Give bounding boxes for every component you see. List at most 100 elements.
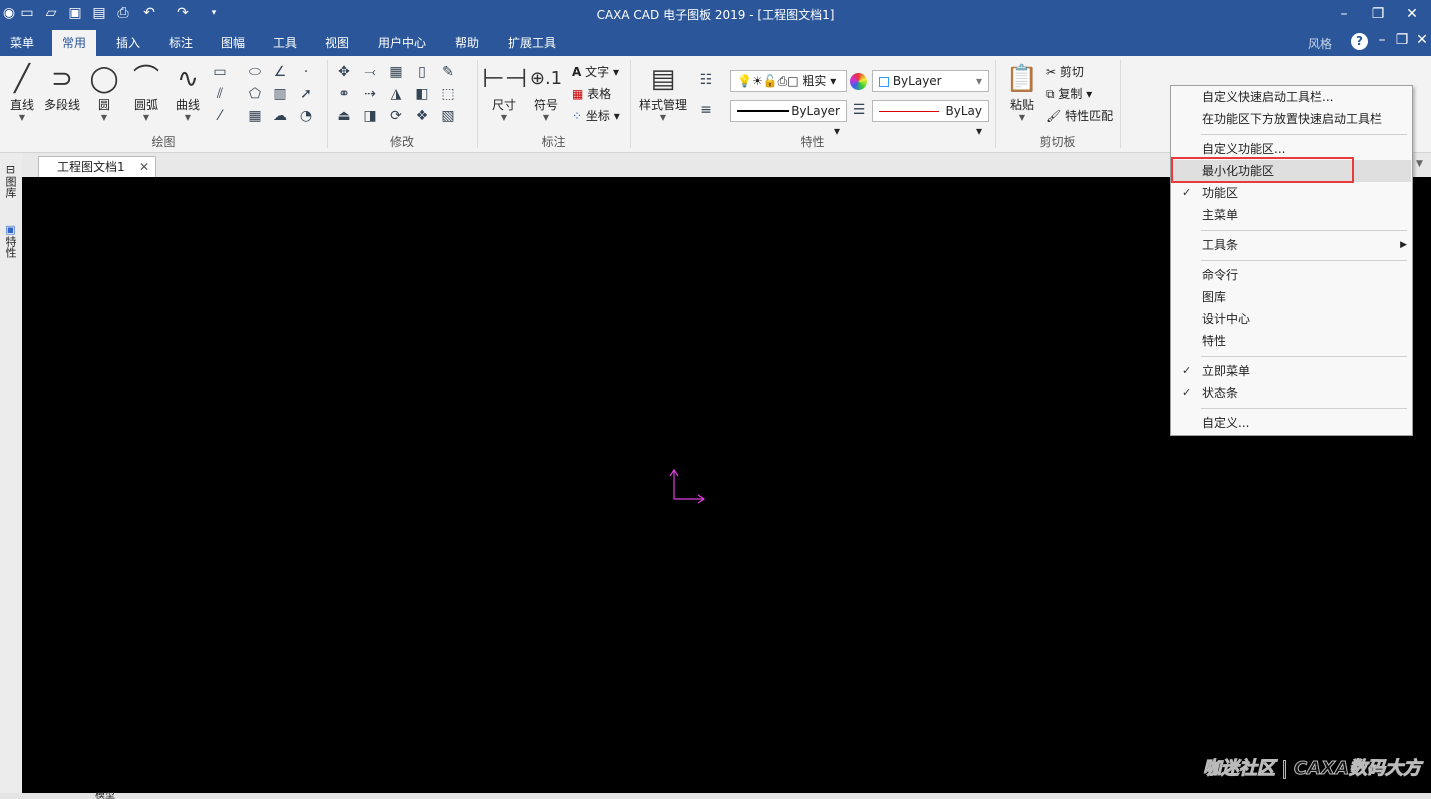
menu-item-library[interactable]: 图库 — [1172, 286, 1411, 308]
arc-button[interactable]: ⌒ 圆弧 ▼ — [124, 62, 168, 122]
linetype-combo[interactable]: ByLay ▾ — [872, 100, 989, 138]
save-as-icon[interactable]: ▤ — [90, 4, 108, 22]
dimension-button[interactable]: ⊢⊣ 尺寸 ▼ — [482, 62, 527, 122]
curve-button[interactable]: ∿ 曲线 ▼ — [166, 62, 210, 122]
tab-menu[interactable]: 菜单 — [0, 30, 44, 56]
print-icon[interactable]: ⎙ — [114, 4, 132, 22]
menu-item-toolbars[interactable]: 工具条 ▶ — [1172, 234, 1411, 256]
save-icon[interactable]: ▣ — [66, 4, 84, 22]
edit-hatch-icon[interactable]: ▧ — [438, 106, 458, 126]
table-button[interactable]: ▦ 表格 — [572, 85, 611, 103]
cut-button[interactable]: ✂ 剪切 — [1046, 63, 1084, 81]
tab-extension-tools[interactable]: 扩展工具 — [498, 30, 566, 56]
menu-item-command-line[interactable]: 命令行 — [1172, 264, 1411, 286]
layer-combo[interactable]: 💡☀🔓⎙□ 粗实 ▾ — [730, 70, 847, 92]
style-dropdown[interactable]: 风格 — [1308, 35, 1332, 52]
tab-list-dropdown-icon[interactable]: ▼ — [1416, 159, 1423, 169]
menu-item-properties[interactable]: 特性 — [1172, 330, 1411, 352]
menu-item-customize[interactable]: 自定义... — [1172, 412, 1411, 434]
text-button[interactable]: A 文字 ▾ — [572, 63, 619, 81]
rectangle-icon[interactable]: ▭ — [210, 62, 230, 82]
color-combo[interactable]: ByLayer ▾ — [872, 70, 989, 92]
tab-help[interactable]: 帮助 — [445, 30, 489, 56]
trim-icon[interactable]: ⤙ — [360, 62, 380, 82]
linetype-icon[interactable]: ☰ — [849, 100, 869, 120]
linewidth-combo[interactable]: ByLayer ▾ — [730, 100, 847, 138]
properties-panel-tab[interactable]: ▣ 特性 — [3, 223, 18, 261]
polyline-button[interactable]: ⊃ 多段线 — [40, 62, 84, 113]
dimension-label: 尺寸 — [491, 98, 516, 112]
layer-manager-icon[interactable]: ☷ — [696, 70, 716, 90]
tab-annotate[interactable]: 标注 — [159, 30, 203, 56]
menu-item-customize-quick-access[interactable]: 自定义快速启动工具栏... — [1172, 86, 1411, 108]
arrow-icon[interactable]: ➚ — [296, 84, 316, 104]
library-panel-tab[interactable]: ⊟ 图库 — [3, 163, 18, 201]
undo-icon[interactable]: ↶ — [140, 4, 158, 22]
circle-button[interactable]: ◯ 圆 ▼ — [82, 62, 126, 122]
paste-button[interactable]: 📋 粘贴 ▼ — [1000, 62, 1044, 122]
copy-button[interactable]: ⧉ 复制 ▾ — [1046, 85, 1092, 103]
open-folder-icon[interactable]: ▱ — [42, 4, 60, 22]
copy-transform-icon[interactable]: ⚭ — [334, 84, 354, 104]
polygon-icon[interactable]: ⬠ — [245, 84, 265, 104]
hatch-icon[interactable]: ▦ — [245, 106, 265, 126]
redo-icon[interactable]: ↷ — [174, 4, 192, 22]
cloud-icon[interactable]: ☁ — [270, 106, 290, 126]
style-manager-button[interactable]: ▤ 样式管理 ▼ — [636, 62, 690, 122]
minimize-button[interactable]: – — [1332, 4, 1356, 24]
ribbon-tabs: 菜单 常用 插入 标注 图幅 工具 视图 用户中心 帮助 扩展工具 风格 ? –… — [0, 30, 1431, 56]
menu-item-immediate-menu[interactable]: ✓ 立即菜单 — [1172, 360, 1411, 382]
hole-icon[interactable]: ▥ — [270, 84, 290, 104]
point-icon[interactable]: · — [296, 62, 316, 82]
extend-icon[interactable]: ⇢ — [360, 84, 380, 104]
tab-insert[interactable]: 插入 — [106, 30, 150, 56]
menu-item-ribbon[interactable]: ✓ 功能区 — [1172, 182, 1411, 204]
restore-button[interactable]: ❐ — [1366, 4, 1390, 24]
line-button[interactable]: ╱ 直线 ▼ — [0, 62, 44, 122]
new-file-icon[interactable]: ▭ — [18, 4, 36, 22]
close-tab-icon[interactable]: ✕ — [139, 157, 149, 177]
tab-user-center[interactable]: 用户中心 — [368, 30, 436, 56]
properties-icon: ▣ — [5, 223, 16, 236]
tab-common[interactable]: 常用 — [52, 30, 97, 56]
group-modify-label: 修改 — [389, 135, 414, 149]
parallel-line-icon[interactable]: ⫽ — [210, 84, 230, 104]
move-icon[interactable]: ✥ — [334, 62, 354, 82]
offset-icon[interactable]: ◨ — [360, 106, 380, 126]
stretch-icon[interactable]: ⏏ — [334, 106, 354, 126]
explode-icon[interactable]: ❖ — [412, 106, 432, 126]
array-icon[interactable]: ▦ — [386, 62, 406, 82]
linewidth-icon[interactable]: ≡ — [696, 100, 716, 120]
linetype-value: ByLay — [945, 104, 982, 118]
rotate-icon[interactable]: ⟳ — [386, 106, 406, 126]
coordinate-button[interactable]: ⁘ 坐标 ▾ — [572, 107, 620, 125]
color-wheel-icon[interactable] — [850, 73, 867, 90]
ellipse-icon[interactable]: ⬭ — [245, 62, 265, 82]
revision-icon[interactable]: ◔ — [296, 106, 316, 126]
eraser-icon[interactable]: ✎ — [438, 62, 458, 82]
break-icon[interactable]: ▯ — [412, 62, 432, 82]
tab-sheet[interactable]: 图幅 — [211, 30, 255, 56]
frame-icon[interactable]: ⬚ — [438, 84, 458, 104]
menu-item-main-menu[interactable]: 主菜单 — [1172, 204, 1411, 226]
menu-item-quick-access-below[interactable]: 在功能区下方放置快速启动工具栏 — [1172, 108, 1411, 130]
match-properties-button[interactable]: 🖌 特性匹配 — [1046, 107, 1113, 125]
model-tab[interactable]: 模型 — [95, 792, 115, 799]
doc-close-button[interactable]: ✕ — [1410, 30, 1431, 50]
menu-item-status-bar[interactable]: ✓ 状态条 — [1172, 382, 1411, 404]
scale-icon[interactable]: ◧ — [412, 84, 432, 104]
menu-item-design-center[interactable]: 设计中心 — [1172, 308, 1411, 330]
help-icon[interactable]: ? — [1351, 33, 1368, 50]
polyline-icon: ⊃ — [51, 64, 73, 94]
curve-label: 曲线 — [175, 98, 200, 112]
tab-tools[interactable]: 工具 — [263, 30, 307, 56]
close-button[interactable]: ✕ — [1400, 4, 1424, 24]
mirror-icon[interactable]: ◮ — [386, 84, 406, 104]
customize-quick-access-icon[interactable]: ▾ — [205, 4, 223, 22]
centerline-icon[interactable]: ⁄ — [210, 106, 230, 126]
app-logo-icon[interactable]: ◉ — [0, 4, 18, 22]
document-tab[interactable]: 工程图文档1 ✕ — [38, 156, 156, 177]
angle-icon[interactable]: ∠ — [270, 62, 290, 82]
symbol-button[interactable]: ⊕.1 符号 ▼ — [524, 62, 568, 122]
tab-view[interactable]: 视图 — [315, 30, 359, 56]
